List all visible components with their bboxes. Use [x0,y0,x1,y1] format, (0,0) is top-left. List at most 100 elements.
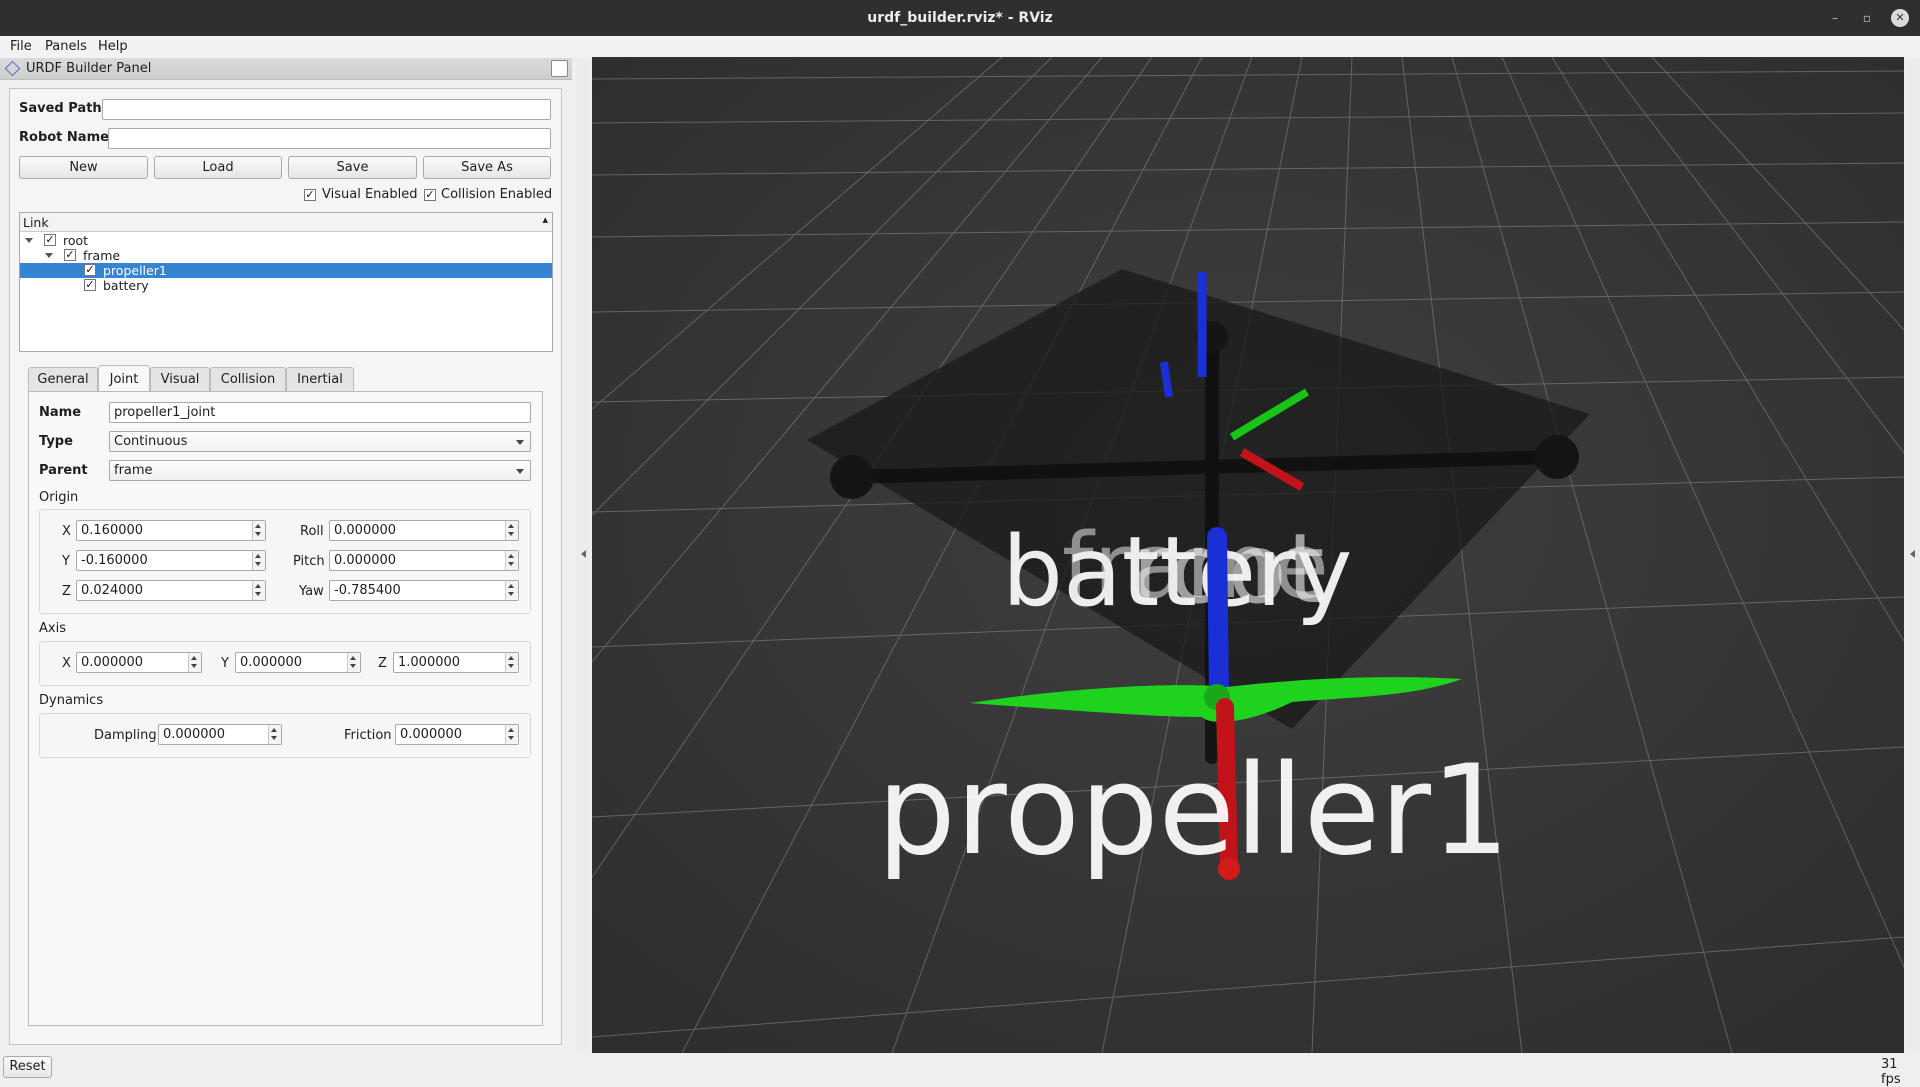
saved-path-label: Saved Path [19,101,102,116]
joint-parent-label: Parent [39,463,88,478]
expand-arrow-icon[interactable] [25,238,33,243]
spin-arrows-icon[interactable] [505,581,518,600]
collision-enabled-label: Collision Enabled [441,187,553,202]
tab-visual[interactable]: Visual [150,367,210,391]
load-button[interactable]: Load [154,156,282,179]
menu-panels[interactable]: Panels [45,39,87,54]
chevron-down-icon [516,469,524,474]
origin-y-spinbox[interactable]: -0.160000 [76,550,266,571]
tree-label-propeller1: propeller1 [103,263,167,278]
panel-float-button[interactable] [551,60,568,77]
origin-roll-label: Roll [300,524,324,539]
tree-label-frame: frame [83,248,121,263]
origin-pitch-label: Pitch [293,554,325,569]
tree-row-propeller1[interactable]: ✓ propeller1 [20,263,552,278]
save-as-button[interactable]: Save As [423,156,551,179]
tree-checkbox-frame[interactable]: ✓ [64,249,76,261]
tab-joint[interactable]: Joint [98,365,150,391]
dynamics-section-label: Dynamics [39,693,104,708]
spin-arrows-icon[interactable] [188,653,201,672]
spin-arrows-icon[interactable] [252,581,265,600]
joint-type-label: Type [39,434,73,449]
origin-roll-value: 0.000000 [334,523,397,538]
origin-z-value: 0.024000 [81,583,144,598]
axis-section-label: Axis [39,621,66,636]
spin-arrows-icon[interactable] [268,725,281,744]
origin-z-label: Z [62,584,71,599]
menubar: File Panels Help [0,36,1920,58]
friction-spinbox[interactable]: 0.000000 [395,724,519,745]
window-titlebar: urdf_builder.rviz* - RViz – ▫ ✕ [0,0,1920,36]
axis-x-spinbox[interactable]: 0.000000 [76,652,202,673]
spin-arrows-icon[interactable] [347,653,360,672]
window-title: urdf_builder.rviz* - RViz [867,10,1053,26]
saved-path-field[interactable] [102,99,551,120]
tree-checkbox-root[interactable]: ✓ [44,234,56,246]
origin-z-spinbox[interactable]: 0.024000 [76,580,266,601]
axis-y-label: Y [221,656,229,671]
friction-label: Friction [344,728,392,743]
axis-z-value: 1.000000 [398,655,461,670]
spin-arrows-icon[interactable] [505,551,518,570]
damping-spinbox[interactable]: 0.000000 [158,724,282,745]
joint-name-field[interactable]: propeller1_joint [109,402,531,423]
origin-y-label: Y [62,554,70,569]
joint-type-select[interactable]: Continuous [109,431,531,452]
spin-arrows-icon[interactable] [252,521,265,540]
menu-file[interactable]: File [10,39,32,54]
spin-arrows-icon[interactable] [252,551,265,570]
menu-help[interactable]: Help [98,39,128,54]
origin-x-spinbox[interactable]: 0.160000 [76,520,266,541]
origin-pitch-spinbox[interactable]: 0.000000 [329,550,519,571]
collapse-right-icon[interactable] [1910,550,1915,558]
minimize-icon[interactable]: – [1826,9,1844,27]
tree-row-frame[interactable]: ✓ frame [20,248,552,263]
spin-arrows-icon[interactable] [505,725,518,744]
origin-yaw-value: -0.785400 [334,583,401,598]
axis-x-label: X [62,656,71,671]
tree-checkbox-battery[interactable]: ✓ [84,279,96,291]
collapse-left-icon[interactable] [581,550,586,558]
damping-value: 0.000000 [163,727,226,742]
left-splitter[interactable] [576,58,590,1052]
axis-x-value: 0.000000 [81,655,144,670]
spin-arrows-icon[interactable] [505,521,518,540]
tree-checkbox-propeller1[interactable]: ✓ [84,264,96,276]
visual-enabled-checkbox[interactable]: ✓ [304,189,316,201]
tree-label-battery: battery [103,278,149,293]
spin-arrows-icon[interactable] [505,653,518,672]
z-axis-battery [1160,361,1173,398]
origin-x-label: X [62,524,71,539]
reset-button[interactable]: Reset [3,1056,52,1078]
damping-label: Dampling [94,728,157,743]
new-button[interactable]: New [19,156,148,179]
tree-row-battery[interactable]: ✓ battery [20,278,552,293]
restore-icon[interactable]: ▫ [1858,9,1876,27]
expand-arrow-icon[interactable] [45,253,53,258]
link-tree-header[interactable]: Link ▴ [20,213,552,232]
visual-enabled-label: Visual Enabled [322,187,418,202]
close-icon[interactable]: ✕ [1891,9,1909,27]
origin-roll-spinbox[interactable]: 0.000000 [329,520,519,541]
3d-viewport[interactable]: battery frame root propeller1 [592,57,1904,1053]
joint-parent-value: frame [114,463,153,478]
joint-parent-select[interactable]: frame [109,460,531,481]
origin-yaw-spinbox[interactable]: -0.785400 [329,580,519,601]
axis-y-spinbox[interactable]: 0.000000 [235,652,361,673]
chevron-down-icon [516,440,524,445]
tab-collision[interactable]: Collision [210,367,286,391]
z-axis-propeller [1207,527,1229,707]
tab-general[interactable]: General [28,367,98,391]
link-tree[interactable]: Link ▴ ✓ root ✓ frame ✓ propeller1 ✓ bat… [19,212,553,352]
tree-row-root[interactable]: ✓ root [20,233,552,248]
right-splitter[interactable] [1906,58,1920,1052]
joint-name-label: Name [39,405,82,420]
collision-enabled-checkbox[interactable]: ✓ [424,189,436,201]
friction-value: 0.000000 [400,727,463,742]
robot-name-field[interactable] [108,128,551,149]
viewport-label-root: root [1132,513,1324,625]
axis-z-spinbox[interactable]: 1.000000 [393,652,519,673]
save-button[interactable]: Save [288,156,417,179]
tab-inertial[interactable]: Inertial [286,367,354,391]
sort-ascending-icon: ▴ [542,213,548,226]
